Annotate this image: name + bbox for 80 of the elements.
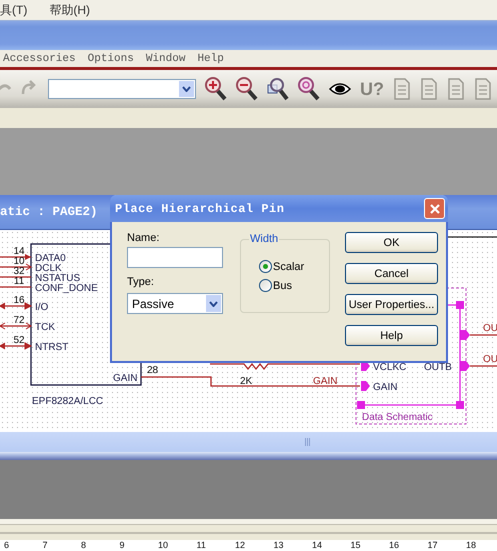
port-name: VCLKC: [373, 362, 406, 373]
pin-number: 32: [13, 266, 25, 277]
window-title: atic : PAGE2): [0, 205, 98, 219]
document-icon[interactable]: [420, 78, 438, 100]
block-name: Data Schematic: [362, 412, 433, 423]
magnifier-icon[interactable]: [298, 77, 320, 101]
pin-number: 10: [13, 256, 25, 267]
ruler-label: 15: [350, 540, 362, 551]
zoom-out-icon[interactable]: [236, 77, 258, 101]
scroll-thumb-grip[interactable]: [305, 438, 311, 446]
ruler-label: 6: [4, 540, 10, 551]
chevron-icon: [209, 300, 218, 306]
ruler-label: 10: [158, 540, 170, 551]
radio-button[interactable]: [259, 260, 272, 273]
menu-item[interactable]: Options: [88, 52, 134, 64]
pin-number: 14: [13, 246, 25, 257]
dialog-title: Place Hierarchical Pin: [115, 202, 284, 216]
resistor-value: 2K: [240, 376, 252, 387]
document-icon[interactable]: [474, 78, 492, 100]
dialog-button[interactable]: Help: [345, 325, 438, 346]
horizontal-scrollbar[interactable]: [0, 432, 497, 452]
zoom-in-icon[interactable]: [205, 77, 227, 101]
pin-line: [0, 276, 31, 278]
menu-item[interactable]: 具(T): [0, 2, 28, 18]
ruler-label: 16: [389, 540, 400, 551]
menu-item[interactable]: Help: [197, 52, 224, 64]
pin-line: [0, 322, 32, 330]
zoom-area-icon[interactable]: [267, 77, 289, 101]
field-label: Name:: [127, 232, 160, 245]
pin-number: 28: [147, 365, 158, 376]
eye-icon[interactable]: [329, 82, 351, 96]
field-label: Type:: [127, 276, 155, 289]
part-name: EPF8282A/LCC: [32, 396, 104, 407]
pin-number: 16: [13, 295, 25, 306]
menu-item[interactable]: Window: [146, 52, 186, 64]
pin-name: NTRST: [35, 342, 68, 353]
radio-button[interactable]: [259, 279, 272, 292]
dialog-button[interactable]: User Properties...: [345, 294, 438, 315]
dropdown-field[interactable]: [48, 79, 196, 99]
pin-name: DCLK: [35, 263, 62, 274]
ruler-label: 11: [196, 540, 207, 551]
pin-name: GAIN: [113, 373, 138, 384]
pin-name: NSTATUS: [35, 273, 80, 284]
ruler-label: 13: [274, 540, 285, 551]
ruler-label: 12: [235, 540, 246, 551]
pin-line: [0, 302, 32, 310]
name-field[interactable]: [127, 247, 223, 268]
pin-name: TCK: [35, 322, 55, 333]
ruler-label: 14: [312, 540, 324, 551]
ruler-label: 7: [42, 540, 49, 551]
port-name: OUTB: [424, 362, 452, 373]
net-label: OU: [483, 323, 497, 334]
ruler-label: 9: [120, 540, 126, 551]
group-label: Width: [249, 233, 280, 245]
pin-line: [0, 286, 31, 288]
pin-number: 11: [14, 276, 24, 287]
dialog-button[interactable]: OK: [345, 232, 438, 253]
close-button[interactable]: [424, 198, 445, 219]
menu-item[interactable]: 帮助(H): [49, 2, 90, 18]
pin-name: I/O: [35, 302, 48, 313]
pin-number: 72: [13, 315, 25, 326]
chevron-icon: [182, 86, 191, 92]
type-dropdown[interactable]: Passive: [127, 293, 223, 314]
document-icon[interactable]: [393, 78, 411, 100]
pin-line: [0, 342, 32, 350]
port-name: GAIN: [373, 382, 398, 393]
dialog-button[interactable]: Cancel: [345, 263, 438, 284]
net-label: GAIN: [313, 376, 338, 387]
ruler-label: 17: [428, 540, 439, 551]
document-icon[interactable]: [447, 78, 465, 100]
menu-item[interactable]: Accessories: [3, 52, 76, 64]
radio-label[interactable]: Scalar: [273, 260, 304, 272]
net-label: OU: [483, 354, 497, 365]
pin-number: 52: [13, 335, 25, 346]
close-icon: [428, 202, 440, 214]
ruler-label: 8: [81, 540, 88, 551]
ruler-label: 18: [466, 540, 478, 551]
pin-name: DATA0: [35, 253, 66, 264]
pin-name: CONF_DONE: [35, 283, 98, 294]
radio-label[interactable]: Bus: [273, 280, 292, 292]
